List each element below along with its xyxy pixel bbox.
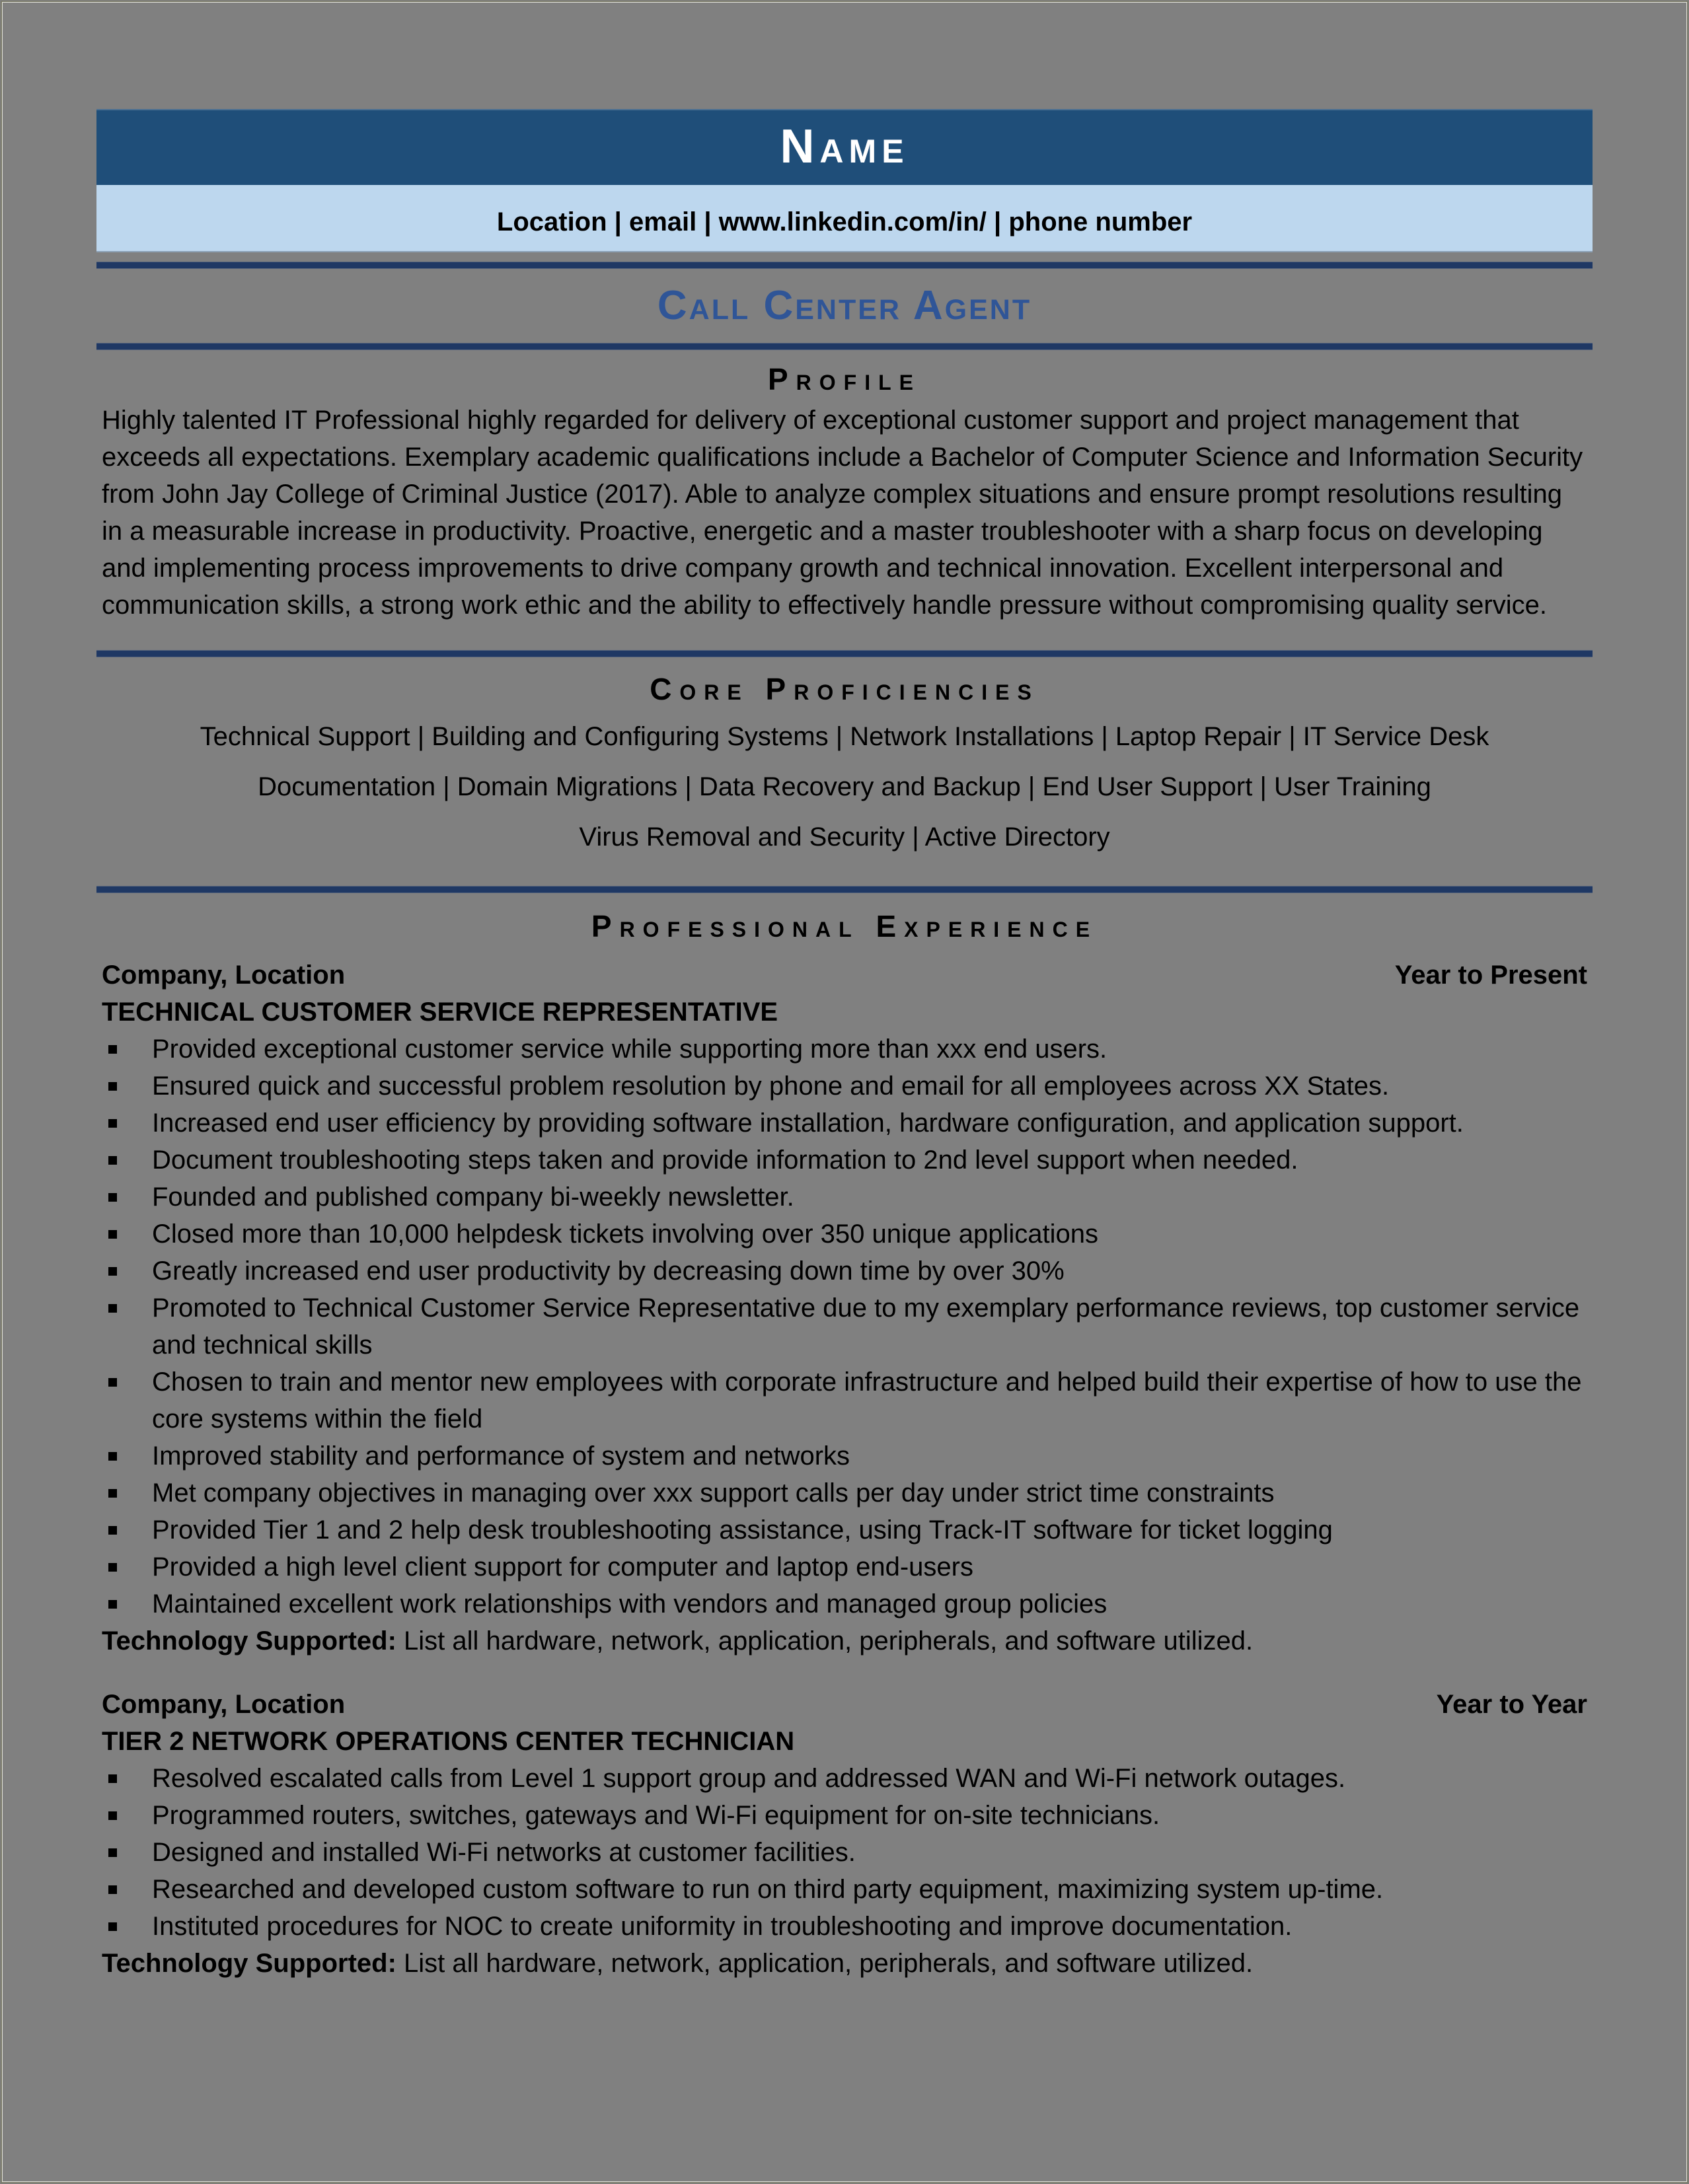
job-bullets: Provided exceptional customer service wh… — [96, 1031, 1593, 1622]
contact-info: Location | email | www.linkedin.com/in/ … — [496, 207, 1193, 237]
divider-rule — [96, 650, 1593, 657]
square-bullet-icon — [108, 1600, 117, 1609]
square-bullet-icon — [108, 1452, 117, 1461]
bullet-item: Closed more than 10,000 helpdesk tickets… — [102, 1216, 1593, 1253]
bullet-item: Increased end user efficiency by providi… — [102, 1105, 1593, 1142]
job-bullets: Resolved escalated calls from Level 1 su… — [96, 1760, 1593, 1945]
job-entry: Company, Location Year to Present TECHNI… — [96, 957, 1593, 1659]
skills-line: Virus Removal and Security | Active Dire… — [579, 822, 1110, 852]
bullet-item: Chosen to train and mentor new employees… — [102, 1364, 1593, 1438]
bullet-item: Designed and installed Wi-Fi networks at… — [102, 1834, 1593, 1871]
square-bullet-icon — [108, 1156, 117, 1165]
skills-line: Technical Support | Building and Configu… — [200, 722, 1489, 751]
square-bullet-icon — [108, 1922, 117, 1931]
square-bullet-icon — [108, 1526, 117, 1535]
company-location: Company, Location — [102, 1690, 346, 1719]
bullet-text: Instituted procedures for NOC to create … — [152, 1912, 1293, 1941]
bullet-text: Met company objectives in managing over … — [152, 1478, 1275, 1508]
bullet-text: Maintained excellent work relationships … — [152, 1589, 1107, 1619]
bullet-text: Researched and developed custom software… — [152, 1875, 1384, 1904]
skills-line: Documentation | Domain Migrations | Data… — [258, 772, 1431, 801]
name-banner: Name — [96, 109, 1593, 185]
square-bullet-icon — [108, 1378, 117, 1387]
square-bullet-icon — [108, 1045, 117, 1054]
bullet-item: Document troubleshooting steps taken and… — [102, 1142, 1593, 1179]
job-dates: Year to Year — [1436, 1690, 1587, 1719]
candidate-name: Name — [780, 120, 909, 173]
divider-rule — [96, 262, 1593, 269]
job-role: TIER 2 NETWORK OPERATIONS CENTER TECHNIC… — [102, 1727, 795, 1756]
square-bullet-icon — [108, 1811, 117, 1820]
technology-text: List all hardware, network, application,… — [396, 1626, 1254, 1656]
bullet-item: Ensured quick and successful problem res… — [102, 1068, 1593, 1105]
bullet-item: Maintained excellent work relationships … — [102, 1585, 1593, 1622]
profile-heading: Profile — [767, 362, 921, 396]
core-proficiencies-heading: Core Proficiencies — [650, 672, 1039, 706]
bullet-item: Researched and developed custom software… — [102, 1871, 1593, 1908]
square-bullet-icon — [108, 1848, 117, 1857]
bullet-item: Provided a high level client support for… — [102, 1548, 1593, 1585]
profile-summary: Highly talented IT Professional highly r… — [102, 406, 1583, 620]
bullet-item: Met company objectives in managing over … — [102, 1474, 1593, 1511]
contact-banner: Location | email | www.linkedin.com/in/ … — [96, 185, 1593, 252]
bullet-item: Resolved escalated calls from Level 1 su… — [102, 1760, 1593, 1797]
square-bullet-icon — [108, 1304, 117, 1313]
job-entry: Company, Location Year to Year TIER 2 NE… — [96, 1686, 1593, 1982]
bullet-text: Resolved escalated calls from Level 1 su… — [152, 1764, 1346, 1793]
divider-rule — [96, 343, 1593, 350]
square-bullet-icon — [108, 1774, 117, 1783]
bullet-item: Greatly increased end user productivity … — [102, 1253, 1593, 1290]
bullet-item: Provided exceptional customer service wh… — [102, 1031, 1593, 1068]
bullet-item: Programmed routers, switches, gateways a… — [102, 1797, 1593, 1834]
square-bullet-icon — [108, 1082, 117, 1091]
company-location: Company, Location — [102, 961, 346, 990]
bullet-text: Designed and installed Wi-Fi networks at… — [152, 1838, 856, 1867]
bullet-text: Chosen to train and mentor new employees… — [152, 1367, 1582, 1434]
bullet-text: Provided a high level client support for… — [152, 1552, 973, 1582]
square-bullet-icon — [108, 1193, 117, 1202]
bullet-text: Programmed routers, switches, gateways a… — [152, 1801, 1160, 1830]
bullet-text: Closed more than 10,000 helpdesk tickets… — [152, 1219, 1099, 1249]
square-bullet-icon — [108, 1119, 117, 1128]
bullet-text: Ensured quick and successful problem res… — [152, 1072, 1390, 1101]
square-bullet-icon — [108, 1267, 117, 1276]
bullet-text: Provided exceptional customer service wh… — [152, 1035, 1107, 1064]
technology-label: Technology Supported: — [102, 1626, 396, 1656]
resume-document: Name Location | email | www.linkedin.com… — [96, 109, 1593, 1982]
divider-rule — [96, 886, 1593, 893]
square-bullet-icon — [108, 1489, 117, 1498]
technology-supported: Technology Supported: List all hardware,… — [96, 1945, 1593, 1982]
square-bullet-icon — [108, 1885, 117, 1894]
job-header: Company, Location Year to Year — [96, 1686, 1593, 1723]
bullet-text: Greatly increased end user productivity … — [152, 1256, 1065, 1286]
job-dates: Year to Present — [1394, 961, 1587, 990]
job-role: TECHNICAL CUSTOMER SERVICE REPRESENTATIV… — [102, 998, 778, 1027]
bullet-item: Promoted to Technical Customer Service R… — [102, 1290, 1593, 1364]
bullet-item: Improved stability and performance of sy… — [102, 1438, 1593, 1474]
bullet-item: Instituted procedures for NOC to create … — [102, 1908, 1593, 1945]
job-header: Company, Location Year to Present — [96, 957, 1593, 994]
technology-supported: Technology Supported: List all hardware,… — [96, 1622, 1593, 1659]
job-title: Call Center Agent — [657, 283, 1032, 328]
bullet-text: Provided Tier 1 and 2 help desk troubles… — [152, 1515, 1333, 1545]
bullet-text: Improved stability and performance of sy… — [152, 1441, 850, 1471]
experience-heading: Professional Experience — [591, 909, 1098, 943]
bullet-text: Promoted to Technical Customer Service R… — [152, 1293, 1580, 1360]
bullet-text: Document troubleshooting steps taken and… — [152, 1146, 1298, 1175]
technology-text: List all hardware, network, application,… — [396, 1949, 1254, 1978]
bullet-text: Founded and published company bi-weekly … — [152, 1183, 794, 1212]
bullet-item: Founded and published company bi-weekly … — [102, 1179, 1593, 1216]
bullet-text: Increased end user efficiency by providi… — [152, 1109, 1464, 1138]
square-bullet-icon — [108, 1563, 117, 1572]
technology-label: Technology Supported: — [102, 1949, 396, 1978]
square-bullet-icon — [108, 1230, 117, 1239]
bullet-item: Provided Tier 1 and 2 help desk troubles… — [102, 1511, 1593, 1548]
